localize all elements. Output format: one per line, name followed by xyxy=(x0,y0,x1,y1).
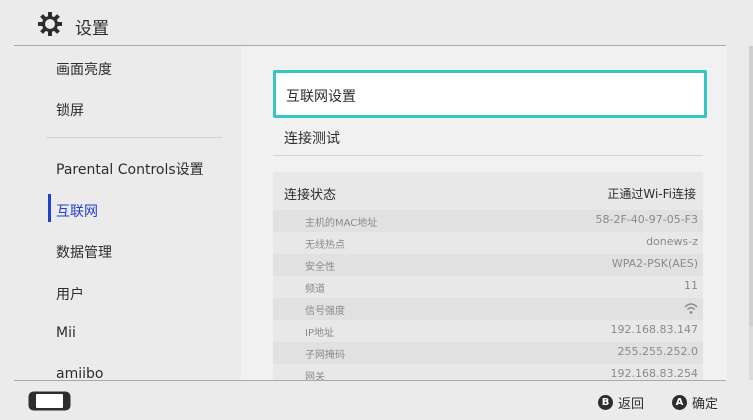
scrollbar-thumb[interactable] xyxy=(749,46,753,326)
detail-value: 192.168.83.254 xyxy=(610,367,698,380)
detail-row-security: 安全性 WPA2-PSK(AES) xyxy=(273,254,703,276)
sidebar-divider xyxy=(46,137,222,138)
internet-settings-label: 互联网设置 xyxy=(286,89,356,105)
detail-row-gateway: 网关 192.168.83.254 xyxy=(273,364,703,380)
back-hint[interactable]: B 返回 xyxy=(598,393,644,412)
internet-settings-button[interactable]: 互联网设置 xyxy=(273,70,707,118)
detail-key: IP地址 xyxy=(305,328,334,339)
detail-row-subnet: 子网掩码 255.255.252.0 xyxy=(273,342,703,364)
ok-hint[interactable]: A 确定 xyxy=(672,393,718,412)
detail-key: 频道 xyxy=(305,284,325,295)
detail-key: 网关 xyxy=(305,372,325,380)
connection-status-row: 连接状态 正通过Wi-Fi连接 xyxy=(273,172,703,210)
connection-status-value: 正通过Wi-Fi连接 xyxy=(607,187,696,201)
detail-value: 58-2F-40-97-05-F3 xyxy=(595,213,699,226)
settings-panel: 互联网设置 连接测试 连接状态 正通过Wi-Fi连接 主机的MAC地址 58-2… xyxy=(241,46,727,380)
ok-label: 确定 xyxy=(692,397,719,412)
sidebar-item-data-management[interactable]: 数据管理 xyxy=(56,242,112,262)
connection-status-label: 连接状态 xyxy=(284,188,337,203)
sidebar-item-lock-screen[interactable]: 锁屏 xyxy=(56,100,84,120)
detail-row-mac: 主机的MAC地址 58-2F-40-97-05-F3 xyxy=(273,210,703,232)
detail-key: 信号强度 xyxy=(305,306,345,317)
detail-value: 11 xyxy=(684,279,698,292)
page-title: 设置 xyxy=(75,19,109,39)
detail-row-ssid: 无线热点 donews-z xyxy=(273,232,703,254)
detail-value: 255.255.252.0 xyxy=(617,345,698,358)
sidebar-item-parental-controls[interactable]: Parental Controls设置 xyxy=(56,159,204,179)
detail-key: 子网掩码 xyxy=(305,350,345,361)
sidebar: 画面亮度 锁屏 Parental Controls设置 互联网 数据管理 用户 … xyxy=(0,46,240,380)
sidebar-item-amiibo[interactable]: amiibo xyxy=(56,366,103,380)
active-indicator xyxy=(48,194,51,222)
detail-value: WPA2-PSK(AES) xyxy=(611,257,698,270)
gear-icon xyxy=(38,12,62,36)
sidebar-item-mii[interactable]: Mii xyxy=(56,325,76,341)
detail-row-signal: 信号强度 xyxy=(273,298,703,320)
wifi-signal-icon xyxy=(684,303,698,314)
detail-key: 主机的MAC地址 xyxy=(305,218,378,229)
console-icon xyxy=(28,391,71,411)
sidebar-item-brightness[interactable]: 画面亮度 xyxy=(56,59,112,79)
b-button-icon: B xyxy=(598,395,613,410)
connection-status-section: 连接状态 正通过Wi-Fi连接 主机的MAC地址 58-2F-40-97-05-… xyxy=(273,172,703,380)
back-label: 返回 xyxy=(618,397,645,412)
detail-row-ip: IP地址 192.168.83.147 xyxy=(273,320,703,342)
detail-value: 192.168.83.147 xyxy=(610,323,698,336)
detail-key: 无线热点 xyxy=(305,240,345,251)
detail-row-channel: 频道 11 xyxy=(273,276,703,298)
footer: B 返回 A 确定 xyxy=(0,381,753,420)
sidebar-item-internet[interactable]: 互联网 xyxy=(56,201,98,221)
sidebar-item-users[interactable]: 用户 xyxy=(56,284,84,304)
detail-key: 安全性 xyxy=(305,262,335,273)
connection-test-button[interactable]: 连接测试 xyxy=(284,128,340,148)
detail-value: donews-z xyxy=(646,235,698,248)
a-button-icon: A xyxy=(672,395,687,410)
panel-divider xyxy=(273,155,703,156)
header: 设置 xyxy=(0,0,753,46)
